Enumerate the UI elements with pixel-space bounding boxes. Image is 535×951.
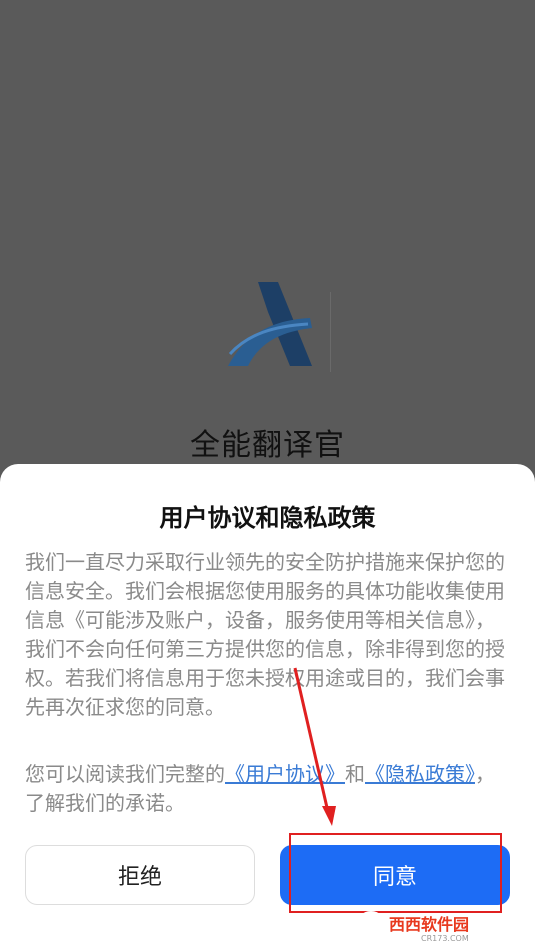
watermark-logo-icon: 西西软件园 CR173.COM [356, 911, 469, 943]
app-logo-icon [228, 282, 312, 366]
dialog-title: 用户协议和隐私政策 [159, 504, 376, 532]
links-conjunction: 和 [345, 762, 365, 786]
app-name: 全能翻译官 [190, 428, 345, 463]
watermark-text: 西西软件园 [389, 915, 469, 934]
dialog-body-text: 我们一直尽力采取行业领先的安全防护措施来保护您的信息安全。我们会根据您使用服务的… [25, 550, 505, 719]
refuse-button[interactable]: 拒绝 [25, 845, 255, 905]
dialog-links-paragraph: 您可以阅读我们完整的《用户协议》和《隐私政策》，了解我们的承诺。 [25, 760, 512, 818]
logo-divider [330, 292, 331, 372]
links-prefix: 您可以阅读我们完整的 [25, 762, 225, 786]
user-agreement-link[interactable]: 《用户协议》 [225, 762, 345, 786]
annotation-highlight-box [289, 833, 502, 913]
privacy-policy-link[interactable]: 《隐私政策》 [365, 762, 475, 786]
watermark-subtext: CR173.COM [421, 934, 469, 943]
